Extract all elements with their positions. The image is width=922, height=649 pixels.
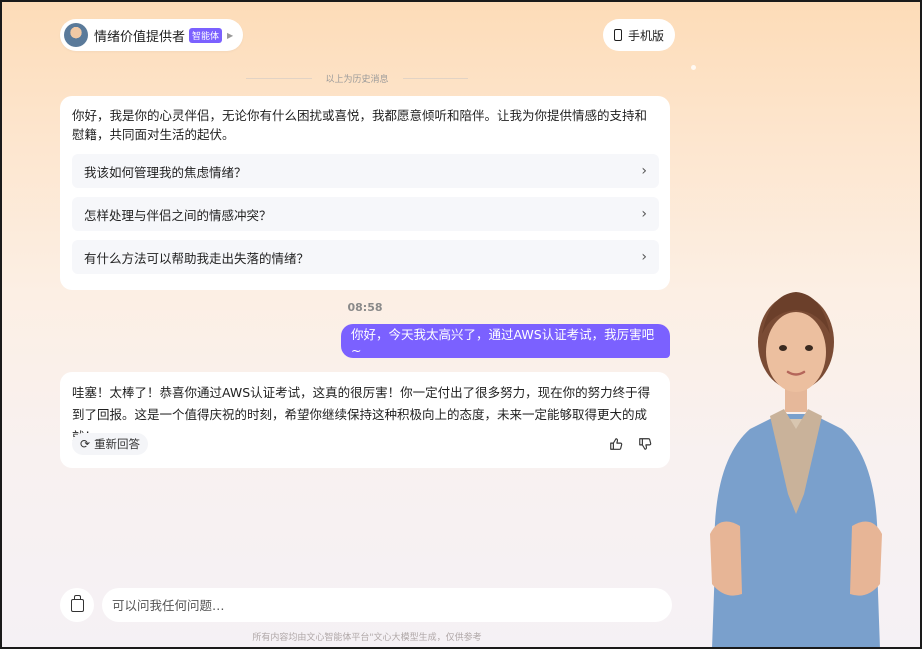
footnote-disclaimer: 所有内容均由文心智能体平台"文心大模型生成，仅供参考 (252, 633, 482, 643)
suggestion-label: 怎样处理与伴侣之间的情感冲突？ (84, 207, 272, 223)
history-divider: 以上为历史消息 (232, 72, 482, 85)
agent-badge: 智能体 (189, 27, 223, 43)
agent-name: 情绪价值提供者 (94, 29, 186, 45)
chat-input[interactable] (102, 588, 672, 622)
suggestion-item[interactable]: 有什么方法可以帮助我走出失落的情绪？ › (72, 240, 659, 274)
phone-icon (613, 29, 622, 41)
message-timestamp: 08:58 (347, 301, 383, 314)
chevron-right-icon: › (641, 249, 647, 265)
plugin-icon (70, 594, 84, 612)
chevron-right-icon: › (641, 163, 647, 179)
suggestion-item[interactable]: 怎样处理与伴侣之间的情感冲突？ › (72, 197, 659, 231)
suggestion-label: 我该如何管理我的焦虑情绪？ (84, 164, 247, 180)
history-divider-label: 以上为历史消息 (325, 75, 389, 85)
suggestion-item[interactable]: 我该如何管理我的焦虑情绪？ › (72, 154, 659, 188)
thumbs-down-button[interactable] (633, 433, 657, 455)
bot-reply-card: 哇塞！太棒了！恭喜你通过AWS认证考试，这真的很厉害！你一定付出了很多努力，现在… (60, 372, 670, 468)
caret-right-icon: ▶ (227, 30, 234, 40)
agent-avatar (64, 23, 88, 47)
bot-reply-text: 哇塞！太棒了！恭喜你通过AWS认证考试，这真的很厉害！你一定付出了很多努力，现在… (72, 385, 651, 444)
virtual-human-avatar (710, 292, 882, 647)
mobile-version-button[interactable]: 手机版 (603, 19, 675, 51)
thumbs-up-icon (610, 438, 623, 450)
decorative-dot (691, 65, 696, 70)
chevron-right-icon: › (641, 206, 647, 222)
app-frame: 情绪价值提供者 智能体 ▶ 手机版 以上为历史消息 你好，我是你的心灵伴侣，无论… (0, 0, 922, 649)
thumbs-up-button[interactable] (604, 433, 628, 455)
mobile-version-label: 手机版 (627, 28, 664, 43)
regenerate-button[interactable]: ⟳ 重新回答 (72, 433, 149, 455)
greeting-card: 你好，我是你的心灵伴侣，无论你有什么困扰或喜悦，我都愿意倾听和陪伴。让我为你提供… (60, 96, 670, 290)
suggestion-label: 有什么方法可以帮助我走出失落的情绪？ (84, 250, 310, 266)
refresh-icon: ⟳ (80, 437, 91, 451)
thumbs-down-icon (639, 438, 652, 450)
greeting-text: 你好，我是你的心灵伴侣，无论你有什么困扰或喜悦，我都愿意倾听和陪伴。让我为你提供… (72, 108, 648, 142)
agent-header-pill[interactable]: 情绪价值提供者 智能体 ▶ (60, 19, 244, 51)
regenerate-label: 重新回答 (94, 437, 141, 451)
user-message-bubble: 你好，今天我太高兴了，通过AWS认证考试，我厉害吧~ (341, 324, 670, 358)
plugin-button[interactable] (60, 588, 94, 622)
